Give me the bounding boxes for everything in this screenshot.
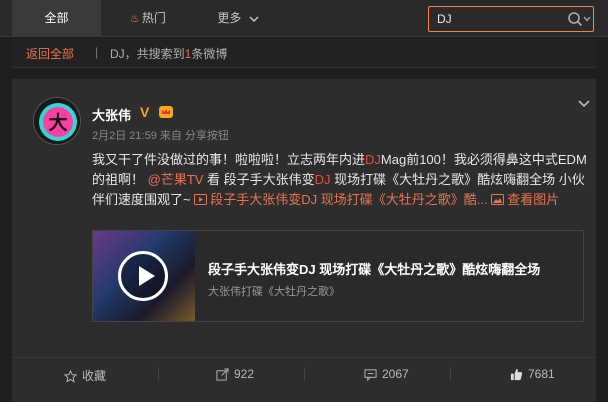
post-meta: 2月2日 21:59 来自 分享按钮 (92, 130, 229, 142)
username[interactable]: 大张伟 (92, 105, 131, 124)
video-thumbnail[interactable] (93, 231, 195, 321)
view-images-label: 查看图片 (507, 192, 560, 207)
search-icon[interactable] (567, 11, 583, 27)
crown-icon[interactable] (158, 105, 174, 119)
tab-hot[interactable]: ♨ 热门 (118, 0, 178, 37)
tab-more-label: 更多 (217, 11, 242, 25)
search-box (428, 6, 594, 32)
divider (304, 367, 305, 381)
search-result-summary: DJ，共搜索到1条微博 (110, 45, 227, 62)
like-button[interactable]: 7681 (510, 367, 555, 381)
comment-count: 2067 (382, 367, 409, 381)
top-nav-bar: 全部 ♨ 热门 更多 (0, 0, 608, 37)
video-icon (194, 194, 208, 205)
search-options-chevron-icon[interactable] (583, 15, 591, 23)
thumbs-up-icon (510, 368, 523, 381)
video-title[interactable]: 段子手大张伟变DJ 现场打碟《大牡丹之歌》酷炫嗨翻全场 (208, 259, 540, 278)
video-link-text: 段子手大张伟变DJ 现场打碟《大牡丹之歌》酷... (210, 192, 488, 207)
tab-hot-label: 热门 (141, 11, 166, 25)
summary-suffix: 条微博 (191, 47, 228, 61)
chevron-down-icon (249, 16, 259, 22)
video-subtitle: 大张伟打碟《大牡丹之歌》 (208, 286, 340, 298)
favorite-label: 收藏 (82, 369, 107, 383)
divider (450, 367, 451, 381)
breadcrumb: 返回全部 | DJ，共搜索到1条微博 (12, 38, 596, 68)
weibo-post-card: 大 大张伟 V 2月2日 21:59 来自 分享按钮 我又干了件没做过的事！啦啦… (12, 79, 596, 402)
verified-badge[interactable]: V (140, 104, 149, 120)
avatar[interactable]: 大 (33, 97, 81, 145)
search-input[interactable] (437, 10, 557, 28)
action-bar: 收藏 922 2067 7681 (12, 357, 596, 387)
keyword-highlight: DJ (365, 152, 381, 167)
breadcrumb-separator: | (95, 45, 99, 59)
divider (158, 367, 159, 381)
tab-all-label: 全部 (44, 11, 69, 25)
back-to-all-link[interactable]: 返回全部 (26, 45, 74, 62)
forward-icon (216, 368, 229, 381)
text-part: 看 段子手大张伟变 (203, 172, 315, 187)
post-text: 我又干了件没做过的事！啦啦啦！立志两年内进DJMag前100！我必须得鼻这中式E… (92, 150, 592, 210)
view-images-link[interactable]: 查看图片 (491, 192, 559, 207)
tab-all[interactable]: 全部 (12, 0, 101, 37)
play-icon[interactable] (118, 251, 168, 301)
forward-count: 922 (234, 367, 255, 381)
favorite-button[interactable]: 收藏 (63, 367, 107, 384)
like-count: 7681 (528, 367, 555, 381)
comment-button[interactable]: 2067 (364, 367, 409, 382)
image-icon (491, 194, 505, 205)
fire-icon: ♨ (130, 13, 140, 25)
keyword-highlight: DJ (314, 172, 331, 187)
svg-text:大: 大 (48, 111, 67, 134)
mention-link[interactable]: @芒果TV (148, 172, 204, 187)
star-icon (63, 369, 78, 383)
video-link[interactable]: 段子手大张伟变DJ 现场打碟《大牡丹之歌》酷... (194, 192, 488, 207)
forward-button[interactable]: 922 (216, 367, 254, 381)
comment-icon (364, 369, 377, 382)
text-part: 我又干了件没做过的事！啦啦啦！立志两年内进 (92, 152, 366, 167)
video-card[interactable]: 段子手大张伟变DJ 现场打碟《大牡丹之歌》酷炫嗨翻全场 大张伟打碟《大牡丹之歌》 (92, 230, 584, 322)
chevron-down-icon[interactable] (578, 97, 590, 109)
avatar-image: 大 (34, 98, 80, 144)
summary-prefix: DJ，共搜索到 (110, 47, 185, 61)
tab-more[interactable]: 更多 (208, 0, 268, 37)
